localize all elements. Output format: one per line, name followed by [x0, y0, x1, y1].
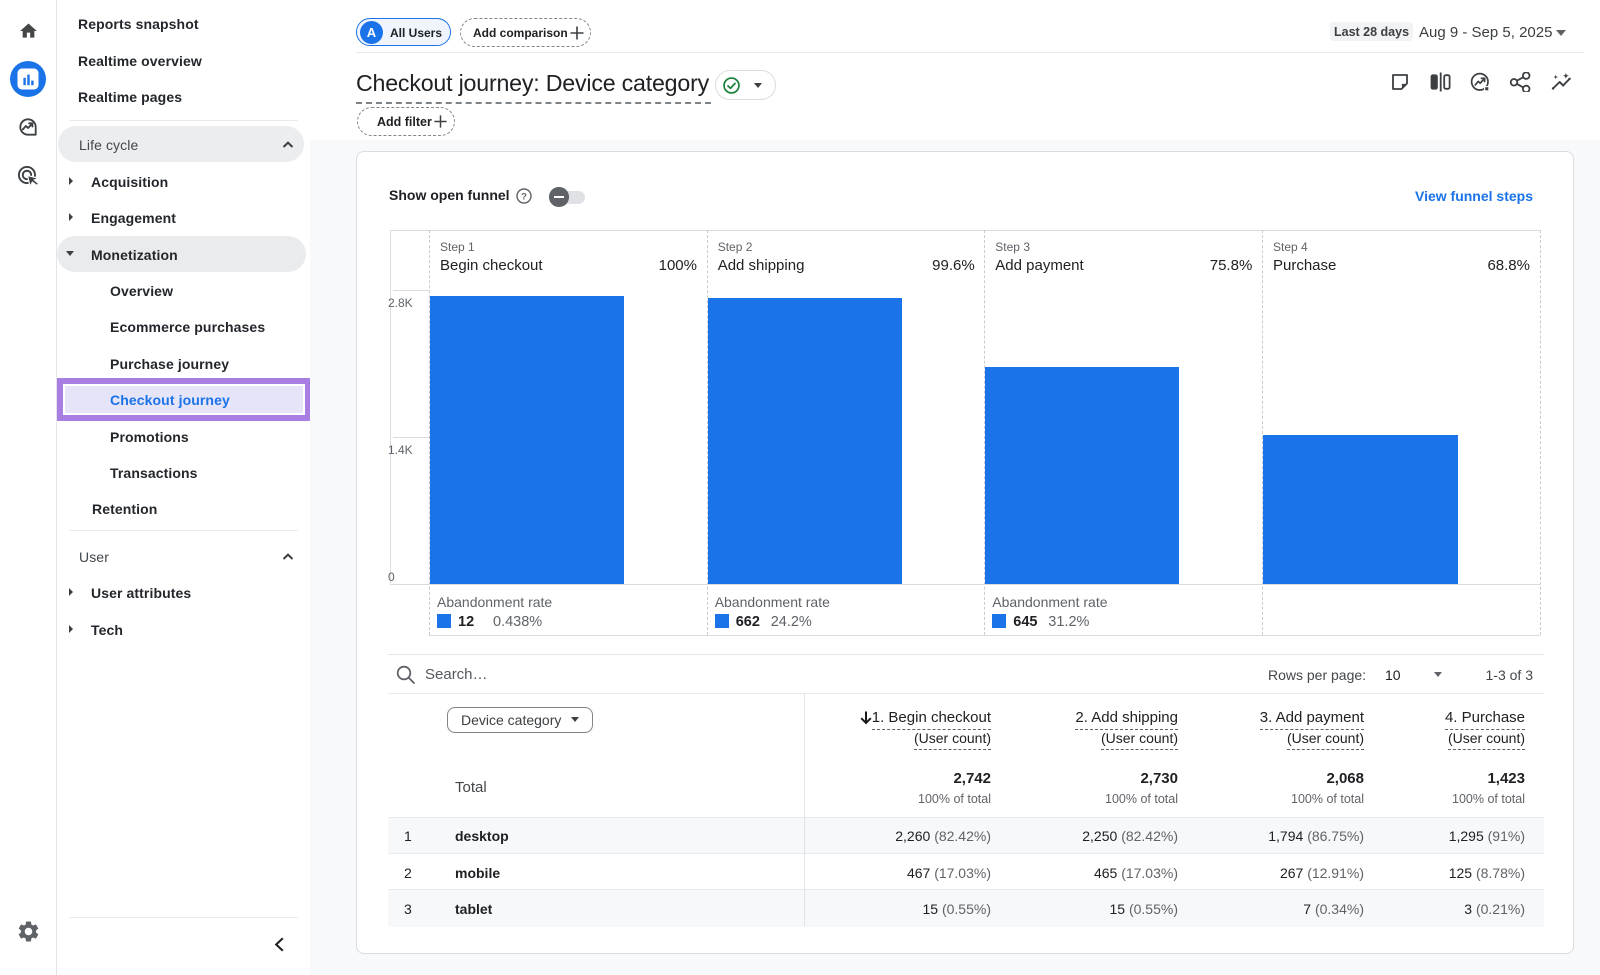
svg-text:?: ? [521, 191, 527, 202]
